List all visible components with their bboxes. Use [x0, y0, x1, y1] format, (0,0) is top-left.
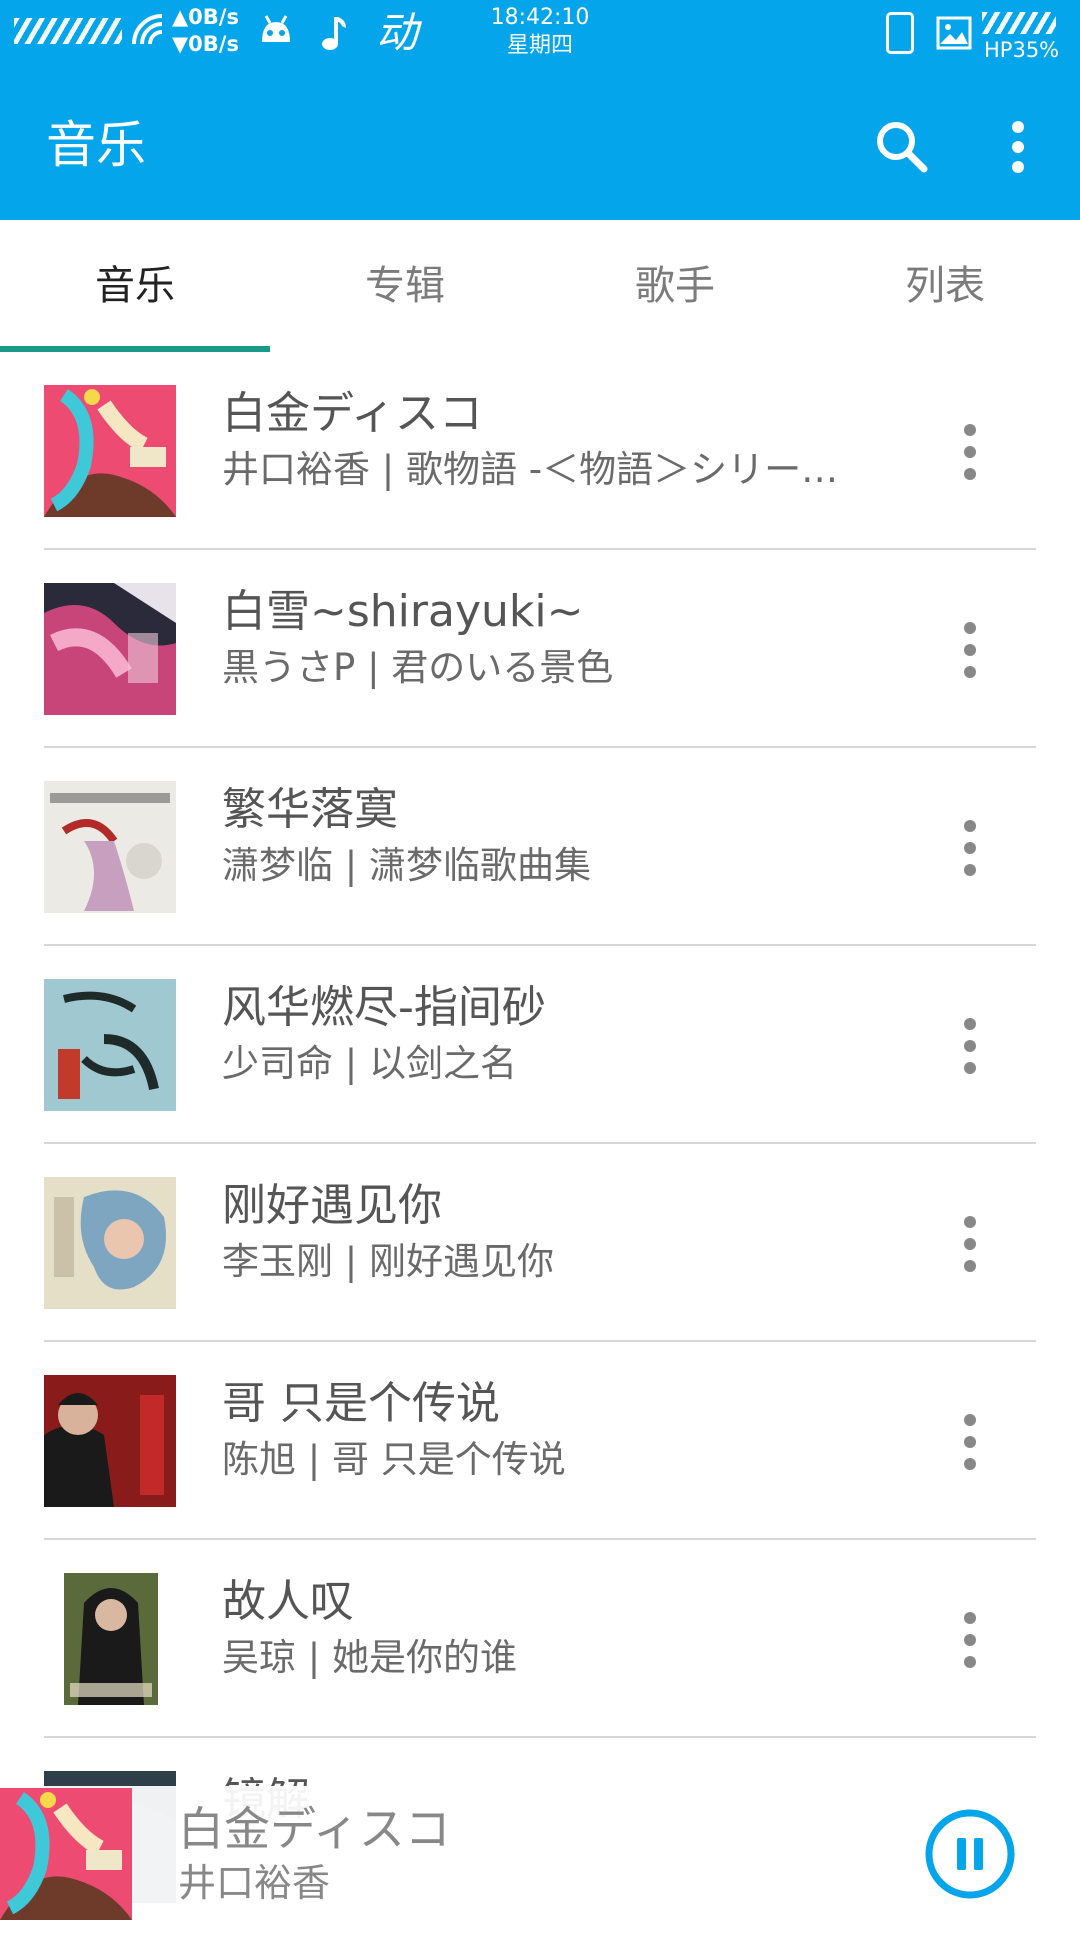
album-art: [44, 781, 176, 913]
song-title: 哥 只是个传说: [222, 1378, 500, 1429]
song-row[interactable]: 风华燃尽-指间砂 少司命 | 以剑之名: [0, 946, 1080, 1144]
album-art: [44, 1177, 176, 1309]
tab-artists[interactable]: 歌手: [540, 220, 810, 352]
album-art: [44, 583, 176, 715]
music-note-icon: [322, 17, 346, 50]
song-artist-album: 陈旭 | 哥 只是个传说: [222, 1438, 566, 1481]
status-weekday: 星期四: [506, 33, 573, 58]
song-more-button[interactable]: [946, 1406, 994, 1478]
song-row[interactable]: 刚好遇见你 李玉刚 | 刚好遇见你: [0, 1144, 1080, 1342]
clock: 18:42:10 星期四: [470, 4, 610, 60]
search-button[interactable]: [868, 113, 936, 181]
song-artist-album: 井口裕香 | 歌物語 -＜物語＞シリー…: [222, 448, 839, 491]
album-art: [44, 1573, 176, 1705]
song-artist-album: 黒うさP | 君のいる景色: [222, 646, 614, 689]
album-art: [44, 1375, 176, 1507]
network-speed: ▲0B/s ▼0B/s: [172, 4, 239, 58]
network-download-speed: ▼0B/s: [172, 32, 239, 56]
song-artist-album: 潇梦临 | 潇梦临歌曲集: [222, 844, 591, 887]
signal-strength-icon: [14, 18, 122, 44]
overflow-menu-button[interactable]: [988, 113, 1048, 181]
more-vert-icon: [1012, 121, 1024, 173]
song-artist-album: 吴琼 | 她是你的谁: [222, 1636, 517, 1679]
wifi-icon: [132, 14, 163, 45]
phone-icon: [886, 12, 914, 54]
more-vert-icon: [964, 622, 976, 678]
android-icon: [262, 15, 290, 42]
more-vert-icon: [964, 1018, 976, 1074]
song-row[interactable]: 白雪~shirayuki~ 黒うさP | 君のいる景色: [0, 550, 1080, 748]
song-more-button[interactable]: [946, 1208, 994, 1280]
song-title: 刚好遇见你: [222, 1180, 442, 1231]
more-vert-icon: [964, 1216, 976, 1272]
more-vert-icon: [964, 1414, 976, 1470]
battery-icon: [982, 12, 1056, 34]
tab-albums[interactable]: 专辑: [270, 220, 540, 352]
song-title: 故人叹: [222, 1576, 354, 1627]
network-upload-speed: ▲0B/s: [172, 5, 239, 29]
page-title: 音乐: [46, 116, 146, 174]
now-playing-title: 白金ディスコ: [178, 1802, 451, 1856]
search-icon: [877, 122, 928, 173]
battery-level: HP35%: [984, 38, 1060, 62]
song-title: 繁华落寞: [222, 784, 398, 835]
status-bar: ▲0B/s ▼0B/s 动 18:42:10 星期四 HP35%: [0, 0, 1080, 73]
app-bar: 音乐: [0, 73, 1080, 220]
song-artist-album: 李玉刚 | 刚好遇见你: [222, 1240, 554, 1283]
more-vert-icon: [964, 820, 976, 876]
song-title: 白金ディスコ: [222, 388, 483, 439]
song-more-button[interactable]: [946, 614, 994, 686]
song-artist-album: 少司命 | 以剑之名: [222, 1042, 517, 1085]
now-playing-artist: 井口裕香: [178, 1861, 331, 1905]
song-more-button[interactable]: [946, 1010, 994, 1082]
tab-playlists[interactable]: 列表: [810, 220, 1080, 352]
song-title: 白雪~shirayuki~: [222, 586, 584, 637]
song-row[interactable]: 故人叹 吴琼 | 她是你的谁: [0, 1540, 1080, 1738]
tab-bar: 音乐 专辑 歌手 列表: [0, 220, 1080, 352]
more-vert-icon: [964, 424, 976, 480]
song-more-button[interactable]: [946, 416, 994, 488]
album-art: [44, 385, 176, 517]
now-playing-bar[interactable]: 白金ディスコ 井口裕香: [0, 1786, 1080, 1920]
more-vert-icon: [964, 1612, 976, 1668]
song-row[interactable]: 白金ディスコ 井口裕香 | 歌物語 -＜物語＞シリー…: [0, 352, 1080, 550]
song-row[interactable]: 繁华落寞 潇梦临 | 潇梦临歌曲集: [0, 748, 1080, 946]
dong-app-icon: 动: [376, 8, 419, 57]
image-icon: [936, 16, 972, 50]
pause-button[interactable]: [924, 1808, 1016, 1900]
pause-icon: [925, 1809, 1015, 1899]
now-playing-album-art[interactable]: [0, 1788, 132, 1920]
song-more-button[interactable]: [946, 812, 994, 884]
song-title: 风华燃尽-指间砂: [222, 982, 546, 1033]
status-time: 18:42:10: [490, 5, 590, 30]
song-row[interactable]: 哥 只是个传说 陈旭 | 哥 只是个传说: [0, 1342, 1080, 1540]
album-art: [44, 979, 176, 1111]
song-more-button[interactable]: [946, 1604, 994, 1676]
tab-music[interactable]: 音乐: [0, 220, 270, 352]
